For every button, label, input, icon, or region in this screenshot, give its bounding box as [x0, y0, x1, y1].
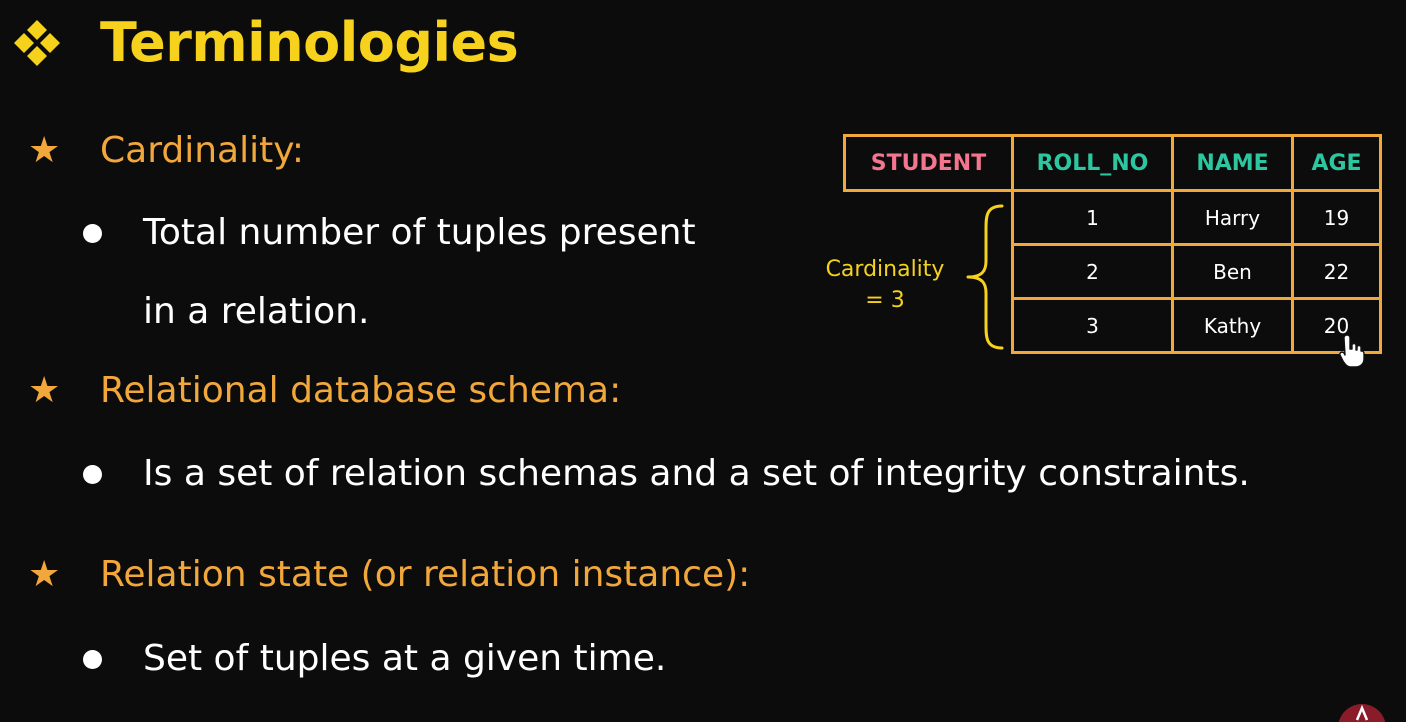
- column-header-roll-no: ROLL_NO: [1011, 134, 1174, 192]
- bullet-dot-icon: [83, 465, 102, 484]
- table-cell: 1: [1011, 189, 1174, 246]
- section-heading-schema: Relational database schema:: [100, 370, 622, 411]
- table-name-cell: STUDENT: [843, 134, 1014, 192]
- table-cell: Kathy: [1171, 297, 1294, 354]
- table-cell: 2: [1011, 243, 1174, 300]
- student-table: STUDENT ROLL_NO NAME AGE 1 Harry 19 2 Be…: [843, 134, 1382, 354]
- curly-brace-icon: [966, 204, 1004, 350]
- section-heading-cardinality: Cardinality:: [100, 130, 305, 171]
- cardinality-annotation: Cardinality = 3: [814, 254, 956, 316]
- hand-pointer-icon: [1339, 334, 1365, 368]
- bullet-dot-icon: [83, 224, 102, 243]
- table-cell: 19: [1291, 189, 1382, 246]
- table-cell: 22: [1291, 243, 1382, 300]
- table-cell: Ben: [1171, 243, 1294, 300]
- table-cell: 3: [1011, 297, 1174, 354]
- star-icon: ★: [28, 130, 61, 171]
- channel-logo-icon: [1338, 704, 1386, 722]
- cardinality-value: = 3: [865, 288, 905, 313]
- diamond-cluster-icon: [14, 20, 60, 66]
- section-heading-relation-state: Relation state (or relation instance):: [100, 554, 751, 595]
- table-header-row: STUDENT ROLL_NO NAME AGE: [843, 134, 1382, 192]
- bullet-text: Set of tuples at a given time.: [143, 638, 667, 679]
- table-row: 1 Harry 19: [845, 189, 1382, 246]
- column-header-name: NAME: [1171, 134, 1294, 192]
- star-icon: ★: [28, 554, 61, 595]
- table-cell: Harry: [1171, 189, 1294, 246]
- slide-title: Terminologies: [100, 11, 519, 74]
- column-header-age: AGE: [1291, 134, 1382, 192]
- bullet-dot-icon: [83, 650, 102, 669]
- table-cell: 20: [1291, 297, 1382, 354]
- bullet-text: Total number of tuples present: [143, 212, 696, 253]
- bullet-text: Is a set of relation schemas and a set o…: [143, 453, 1250, 494]
- cardinality-label: Cardinality: [825, 257, 945, 282]
- bullet-text-continuation: in a relation.: [143, 291, 370, 332]
- star-icon: ★: [28, 370, 61, 411]
